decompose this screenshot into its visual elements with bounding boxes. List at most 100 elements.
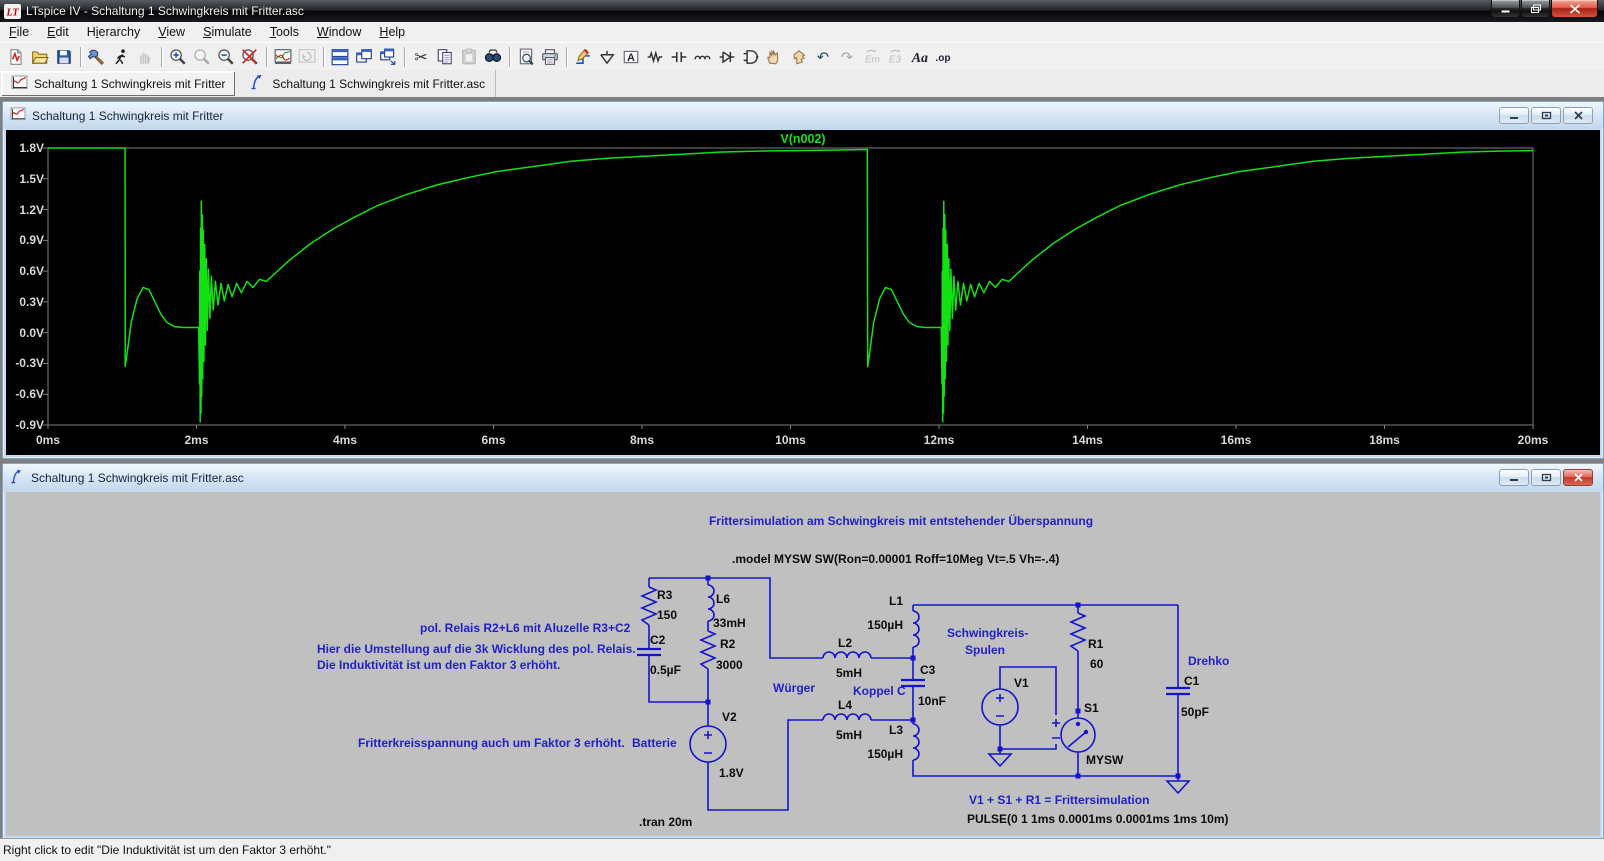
spice-directive-icon[interactable]: .op [931, 45, 955, 69]
component-r3[interactable]: R3150 [657, 588, 677, 622]
ground-c1-symbol [1167, 781, 1189, 793]
directive-tran[interactable]: .tran 20m [639, 815, 692, 829]
schematic-window-titlebar[interactable]: Schaltung 1 Schwingkreis mit Fritter.asc [3, 464, 1603, 491]
component-r1[interactable]: R160 [1088, 637, 1104, 671]
window-titlebar[interactable]: LT LTspice IV - Schaltung 1 Schwingkreis… [0, 0, 1604, 22]
x-axis-label: 20ms [1503, 433, 1563, 447]
zoom-fit-icon[interactable] [238, 45, 262, 69]
svg-text:5mH: 5mH [836, 666, 862, 680]
svg-text:V1: V1 [1014, 676, 1029, 690]
comment-batterie[interactable]: Batterie [632, 736, 677, 750]
menu-edit[interactable]: Edit [38, 22, 78, 42]
diode-icon[interactable] [715, 45, 739, 69]
menu-file[interactable]: File [0, 22, 38, 42]
directive-model[interactable]: .model MYSW SW(Ron=0.00001 Roff=10Meg Vt… [732, 552, 1059, 566]
text-tool-icon[interactable]: Aa [907, 45, 931, 69]
copy-icon[interactable] [433, 45, 457, 69]
directive-pulse[interactable]: PULSE(0 1 1ms 0.0001ms 0.0001ms 1ms 10m) [967, 812, 1229, 826]
schematic-canvas[interactable]: R3150 C20.5µF L633mH R23000 V21.8V L25mH… [6, 492, 1600, 836]
tab-schematic[interactable]: Schaltung 1 Schwingkreis mit Fritter.asc [236, 70, 496, 97]
menu-simulate[interactable]: Simulate [194, 22, 261, 42]
cascade-icon[interactable] [376, 45, 400, 69]
comment-drehko[interactable]: Drehko [1188, 654, 1229, 668]
save-icon[interactable] [52, 45, 76, 69]
schematic-window: Schaltung 1 Schwingkreis mit Fritter.asc [2, 463, 1604, 840]
move-icon[interactable] [763, 45, 787, 69]
comment-induktivitaet[interactable]: Die Induktivität ist um den Faktor 3 erh… [317, 658, 560, 672]
run-icon[interactable] [109, 45, 133, 69]
component-l1[interactable]: L1150µH [867, 594, 903, 632]
comment-umstellung[interactable]: Hier die Umstellung auf die 3k Wicklung … [317, 642, 636, 656]
toolbar-separator [161, 47, 162, 67]
menu-tools[interactable]: Tools [261, 22, 308, 42]
open-icon[interactable] [28, 45, 52, 69]
drag-icon[interactable] [787, 45, 811, 69]
svg-text:C1: C1 [1184, 674, 1200, 688]
cut-icon[interactable]: ✂ [409, 45, 433, 69]
component-l2[interactable]: L25mH [836, 636, 862, 680]
tab-waveform[interactable]: Schaltung 1 Schwingkreis mit Fritter [1, 71, 235, 96]
comment-fritter-sum[interactable]: V1 + S1 + R1 = Frittersimulation [969, 793, 1149, 807]
component-v1[interactable]: V1 [1014, 676, 1029, 690]
toolbar-separator [566, 47, 567, 67]
autorange-icon[interactable] [271, 45, 295, 69]
svg-text:LT: LT [5, 7, 19, 18]
comment-pol-relais[interactable]: pol. Relais R2+L6 mit Aluzelle R3+C2 [420, 621, 631, 635]
component-c1[interactable]: C150pF [1181, 674, 1209, 719]
y-axis-label: 0.3V [6, 295, 44, 309]
sch-minimize-button[interactable] [1499, 469, 1529, 486]
maximize-button[interactable] [1521, 0, 1550, 18]
tile-vertical-icon[interactable] [352, 45, 376, 69]
label-icon[interactable]: A [619, 45, 643, 69]
comment-wuerger[interactable]: Würger [773, 681, 815, 695]
wave-minimize-button[interactable] [1499, 107, 1529, 124]
tab-schematic-label: Schaltung 1 Schwingkreis mit Fritter.asc [272, 77, 485, 91]
y-axis-label: 1.5V [6, 172, 44, 186]
component-icon[interactable] [739, 45, 763, 69]
capacitor-icon[interactable] [667, 45, 691, 69]
print-icon[interactable] [538, 45, 562, 69]
comment-fritterkreis[interactable]: Fritterkreisspannung auch um Faktor 3 er… [358, 736, 625, 750]
resistor-icon[interactable] [643, 45, 667, 69]
menu-help[interactable]: Help [370, 22, 414, 42]
waveform-plot[interactable]: V(n002) 1.8V1.5V1.2V0.9V0.6V0.3V0.0V-0.3… [6, 130, 1600, 455]
undo-icon[interactable]: ↶ [811, 45, 835, 69]
find-icon[interactable] [481, 45, 505, 69]
x-axis-label: 18ms [1355, 433, 1415, 447]
trace-legend[interactable]: V(n002) [6, 132, 1600, 146]
menu-hierarchy[interactable]: Hierarchy [78, 22, 150, 42]
component-l6[interactable]: L633mH [713, 592, 746, 630]
wave-close-button[interactable] [1563, 107, 1593, 124]
print-preview-icon[interactable] [514, 45, 538, 69]
ground-icon[interactable] [595, 45, 619, 69]
minimize-button[interactable] [1491, 0, 1520, 18]
svg-text:150µH: 150µH [867, 618, 903, 632]
plot-frame [48, 148, 1533, 425]
wave-restore-button[interactable] [1531, 107, 1561, 124]
sch-restore-button[interactable] [1531, 469, 1561, 486]
svg-text:1.8V: 1.8V [719, 766, 744, 780]
waveform-window-title: Schaltung 1 Schwingkreis mit Fritter [32, 109, 223, 123]
component-r2[interactable]: R23000 [716, 637, 743, 672]
comment-koppel-c[interactable]: Koppel C [853, 684, 906, 698]
new-schematic-icon[interactable] [4, 45, 28, 69]
menu-window[interactable]: Window [308, 22, 370, 42]
inductor-icon[interactable] [691, 45, 715, 69]
zoom-out-icon[interactable] [214, 45, 238, 69]
sch-close-button[interactable] [1563, 469, 1593, 486]
menu-view[interactable]: View [149, 22, 194, 42]
component-v2[interactable]: V21.8V [719, 710, 744, 780]
component-s1[interactable]: S1MYSW [1084, 701, 1124, 767]
close-button[interactable] [1551, 0, 1598, 18]
zoom-in-icon[interactable] [166, 45, 190, 69]
comment-title[interactable]: Frittersimulation am Schwingkreis mit en… [709, 513, 1093, 528]
schematic-window-title: Schaltung 1 Schwingkreis mit Fritter.asc [31, 471, 244, 485]
component-l4[interactable]: L45mH [836, 698, 862, 742]
tile-horizontal-icon[interactable] [328, 45, 352, 69]
comment-schwingkreis-1[interactable]: Schwingkreis- [947, 626, 1028, 640]
waveform-window-titlebar[interactable]: Schaltung 1 Schwingkreis mit Fritter [3, 102, 1603, 129]
comment-schwingkreis-2[interactable]: Spulen [965, 643, 1005, 657]
wire-icon[interactable] [571, 45, 595, 69]
control-panel-icon[interactable] [85, 45, 109, 69]
component-l3[interactable]: L3150µH [867, 723, 903, 761]
